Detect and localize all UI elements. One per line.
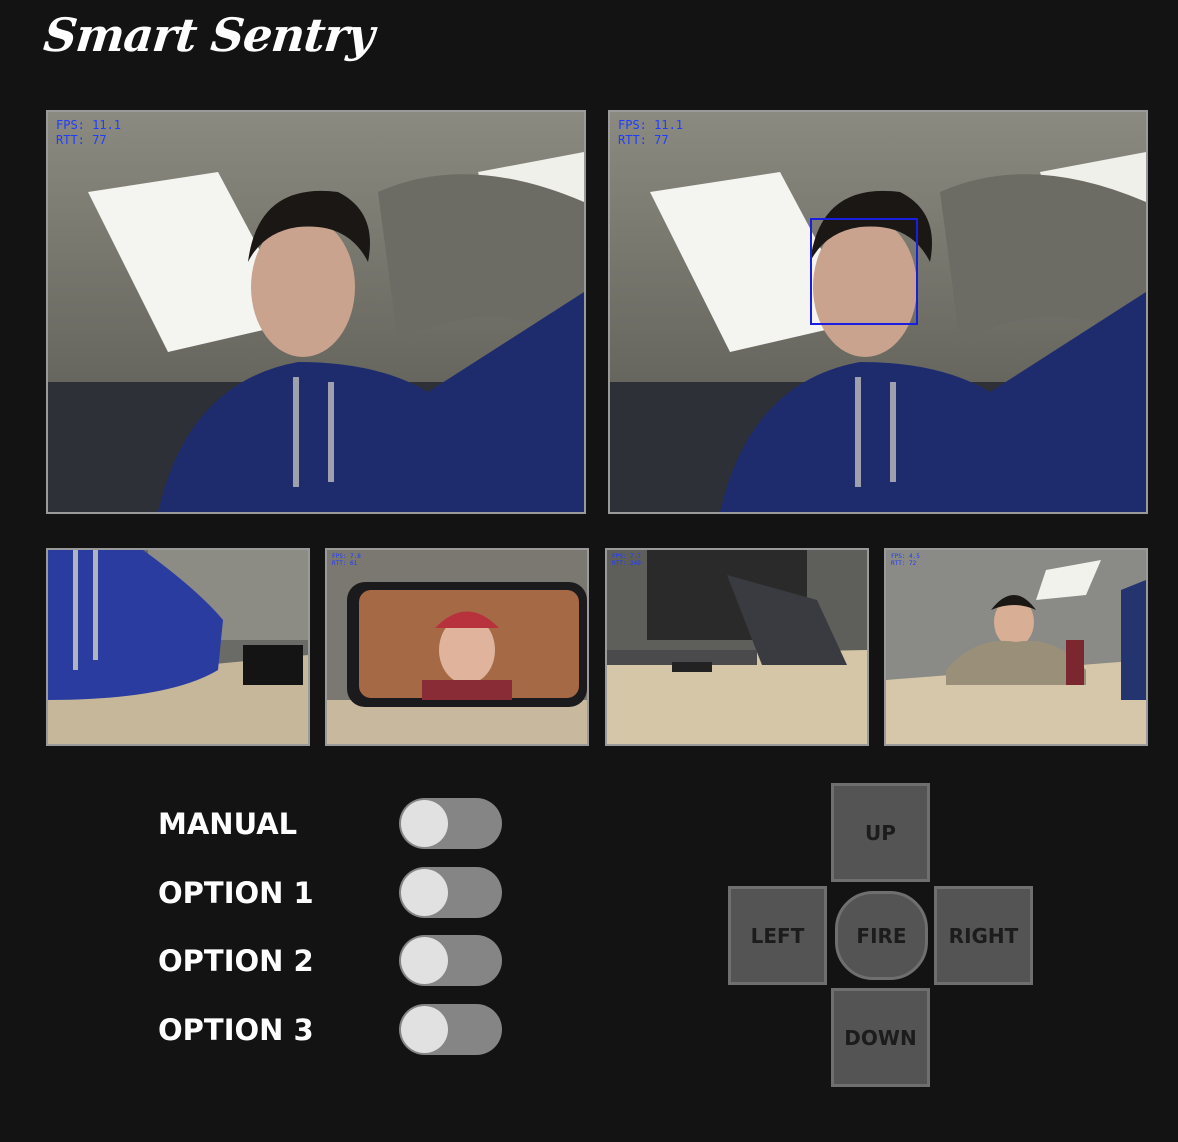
toggle-option-3[interactable] <box>399 1004 502 1055</box>
camera-image <box>48 550 308 744</box>
toggle-knob <box>401 869 448 916</box>
toggle-manual[interactable] <box>399 798 502 849</box>
fps-readout: FPS: 11.1 <box>56 118 122 132</box>
toggle-knob <box>401 1006 448 1053</box>
fps-readout: FPS: 7.8 <box>332 553 361 560</box>
fps-readout: FPS: 11.1 <box>618 118 684 132</box>
camera-feed-thumb-3[interactable]: FPS: 7.7 RTT: 249 <box>605 548 869 746</box>
face-detection-box <box>810 218 918 325</box>
rtt-readout: RTT: 77 <box>56 133 107 147</box>
rtt-readout: RTT: 72 <box>891 560 917 567</box>
option-label-manual: MANUAL <box>158 807 298 841</box>
toggle-option-2[interactable] <box>399 935 502 986</box>
camera-image <box>607 550 867 744</box>
rtt-readout: RTT: 77 <box>618 133 669 147</box>
option-label-option-2: OPTION 2 <box>158 944 314 978</box>
feed-stats: FPS: 7.7 RTT: 249 <box>612 553 641 567</box>
right-button[interactable]: RIGHT <box>934 886 1033 985</box>
left-button[interactable]: LEFT <box>728 886 827 985</box>
camera-feed-thumb-2[interactable]: FPS: 7.8 RTT: 61 <box>325 548 589 746</box>
feed-stats: FPS: 11.1 RTT: 77 <box>56 118 121 148</box>
rtt-readout: RTT: 249 <box>612 560 641 567</box>
fire-button[interactable]: FIRE <box>835 891 928 980</box>
camera-image <box>48 112 584 512</box>
fps-readout: FPS: 7.7 <box>612 553 641 560</box>
camera-feed-thumb-4[interactable]: FPS: 4.5 RTT: 72 <box>884 548 1148 746</box>
smart-sentry-app: Smart Sentry FPS: 11.1 RTT: 77 FPS: 11.1… <box>0 0 1178 1142</box>
camera-feed-main-right: FPS: 11.1 RTT: 77 <box>608 110 1148 514</box>
feed-stats: FPS: 11.1 RTT: 77 <box>618 118 683 148</box>
camera-feed-thumb-1[interactable] <box>46 548 310 746</box>
camera-feed-main-left: FPS: 11.1 RTT: 77 <box>46 110 586 514</box>
up-button[interactable]: UP <box>831 783 930 882</box>
fps-readout: FPS: 4.5 <box>891 553 920 560</box>
feed-stats: FPS: 7.8 RTT: 61 <box>332 553 361 567</box>
option-label-option-3: OPTION 3 <box>158 1013 314 1047</box>
toggle-knob <box>401 937 448 984</box>
feed-stats: FPS: 4.5 RTT: 72 <box>891 553 920 567</box>
toggle-option-1[interactable] <box>399 867 502 918</box>
app-title: Smart Sentry <box>41 8 377 62</box>
down-button[interactable]: DOWN <box>831 988 930 1087</box>
toggle-knob <box>401 800 448 847</box>
camera-image <box>886 550 1146 744</box>
option-label-option-1: OPTION 1 <box>158 876 314 910</box>
camera-image <box>327 550 587 744</box>
rtt-readout: RTT: 61 <box>332 560 358 567</box>
